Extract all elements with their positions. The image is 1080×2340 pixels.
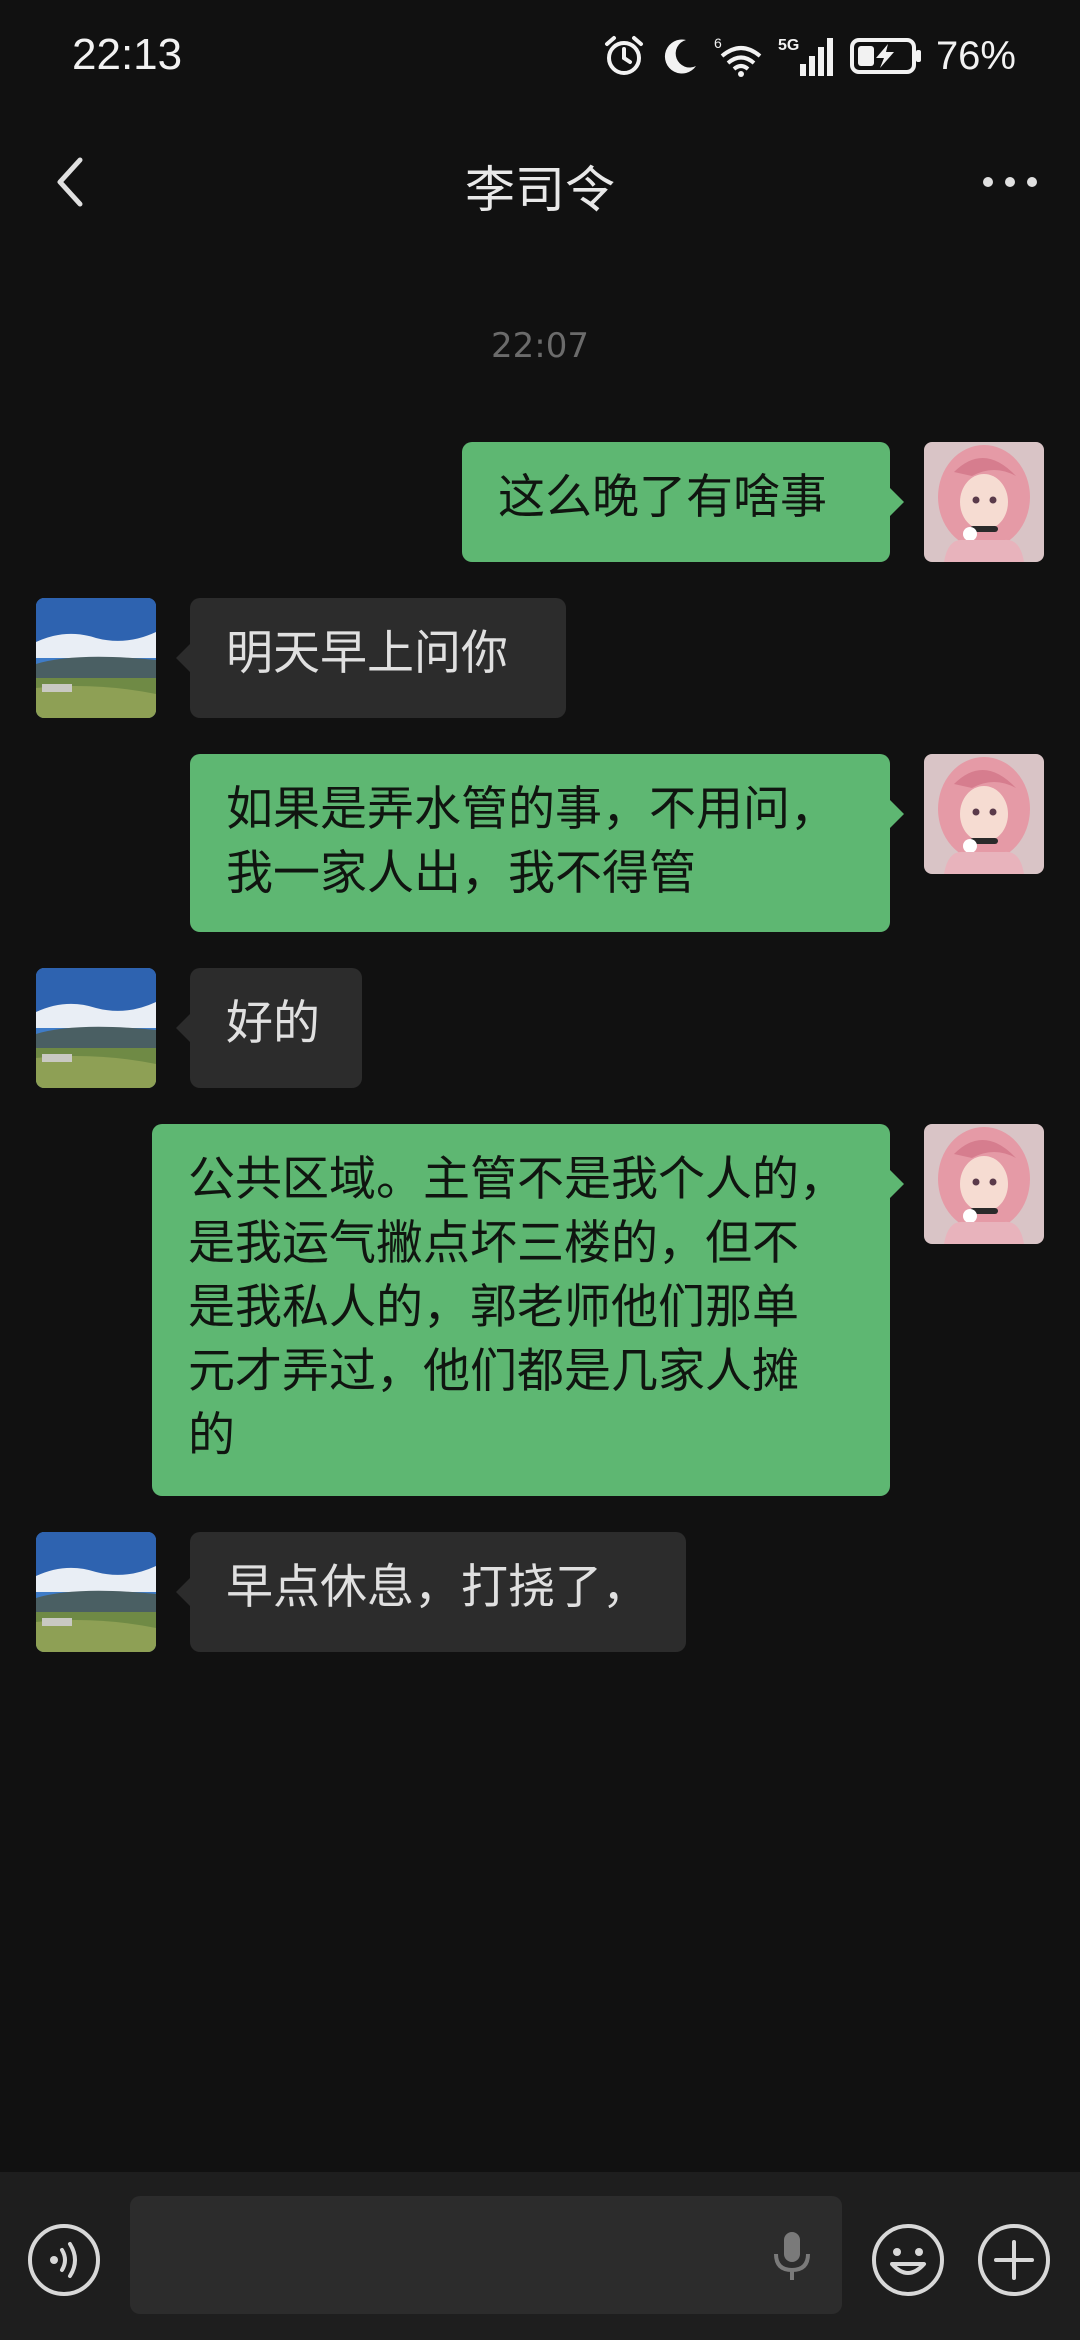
plus-circle-icon xyxy=(978,2224,1050,2296)
more-dots-icon xyxy=(983,177,1037,187)
my-avatar[interactable] xyxy=(924,442,1044,562)
message-line: 的 xyxy=(188,1408,235,1463)
battery-charging-icon xyxy=(849,38,921,74)
contact-avatar[interactable] xyxy=(36,968,156,1088)
chat-input-bar xyxy=(0,2172,1080,2340)
message-line: 如果是弄水管的事，不用问， xyxy=(226,782,837,837)
message-timestamp: 22:07 xyxy=(491,326,589,366)
svg-text:6: 6 xyxy=(714,35,722,51)
status-icons: 6 5G 76% xyxy=(602,34,1016,78)
emoji-icon xyxy=(872,2224,944,2296)
my-avatar[interactable] xyxy=(924,1124,1044,1244)
incoming-message-bubble[interactable]: 好的 xyxy=(176,968,362,1088)
voice-icon xyxy=(28,2224,100,2296)
message-text: 明天早上问你 xyxy=(226,626,508,681)
message-input[interactable] xyxy=(130,2196,842,2314)
status-time: 22:13 xyxy=(72,30,183,79)
more-options-button[interactable] xyxy=(970,142,1050,222)
emoji-button[interactable] xyxy=(870,2222,946,2302)
message-text: 好的 xyxy=(226,996,320,1051)
message-line: 公共区域。主管不是我个人的， xyxy=(188,1152,846,1207)
message-text: 早点休息，打挠了， xyxy=(226,1560,649,1615)
my-avatar[interactable] xyxy=(924,754,1044,874)
contact-name-title: 李司令 xyxy=(465,161,615,219)
alarm-icon xyxy=(604,36,643,75)
microphone-icon[interactable] xyxy=(770,2230,814,2282)
moon-icon xyxy=(664,39,696,74)
outgoing-message-bubble[interactable]: 这么晚了有啥事 xyxy=(462,442,904,562)
contact-avatar[interactable] xyxy=(36,1532,156,1652)
voice-toggle-button[interactable] xyxy=(26,2222,102,2302)
contact-avatar[interactable] xyxy=(36,598,156,718)
5g-signal-icon: 5G xyxy=(778,37,833,76)
message-line: 是我运气撇点坏三楼的，但不 xyxy=(188,1216,799,1271)
message-line: 我一家人出，我不得管 xyxy=(226,846,696,901)
wifi-icon: 6 xyxy=(714,35,762,77)
incoming-message-bubble[interactable]: 早点休息，打挠了， xyxy=(176,1532,686,1652)
outgoing-message-bubble[interactable]: 如果是弄水管的事，不用问， 我一家人出，我不得管 xyxy=(190,754,904,932)
message-line: 元才弄过，他们都是几家人摊 xyxy=(188,1344,799,1399)
more-actions-button[interactable] xyxy=(976,2222,1052,2302)
message-text: 这么晚了有啥事 xyxy=(498,470,827,525)
outgoing-message-bubble[interactable]: 公共区域。主管不是我个人的， 是我运气撇点坏三楼的，但不 是我私人的，郭老师他们… xyxy=(152,1124,904,1496)
svg-text:5G: 5G xyxy=(778,37,799,54)
incoming-message-bubble[interactable]: 明天早上问你 xyxy=(176,598,566,718)
message-line: 是我私人的，郭老师他们那单 xyxy=(188,1280,799,1335)
chat-header: 李司令 xyxy=(0,120,1080,240)
battery-percent: 76% xyxy=(935,33,1016,78)
status-bar: 22:13 6 5G 76% xyxy=(0,0,1080,120)
